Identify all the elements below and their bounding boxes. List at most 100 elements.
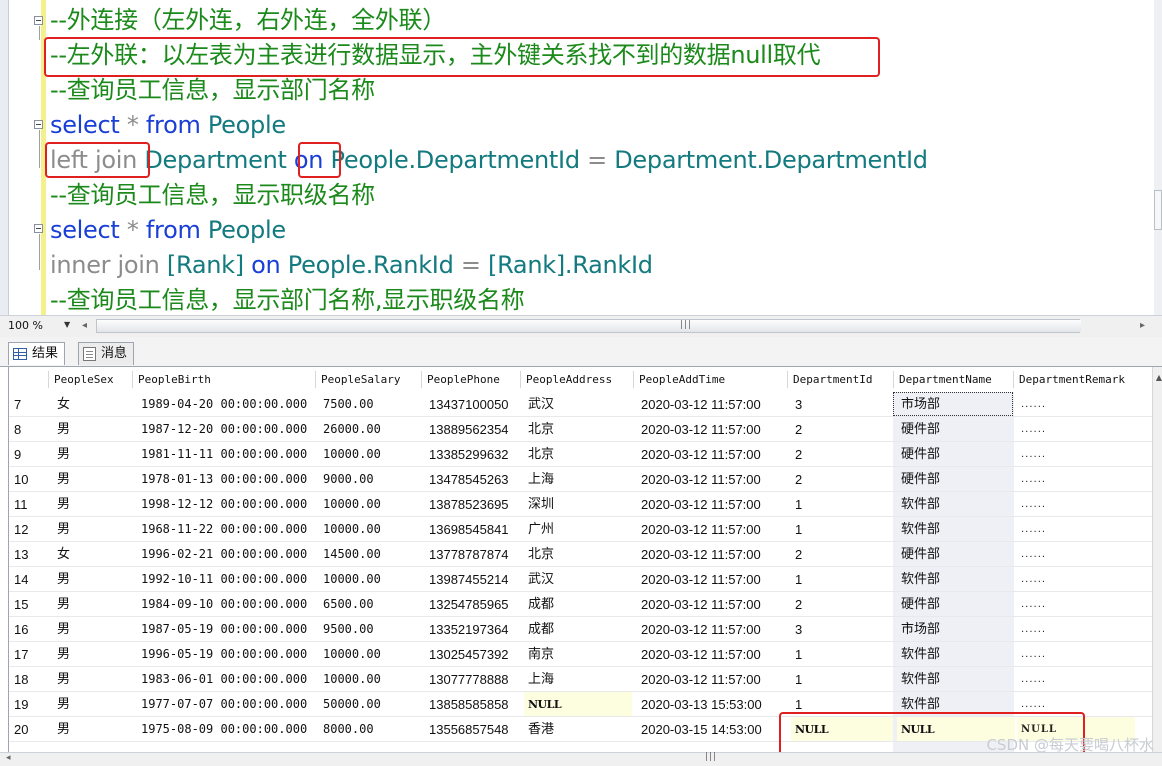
cell-department-id[interactable]: 2 (795, 442, 802, 467)
cell-department-remark[interactable]: ...... (1021, 417, 1046, 442)
row-number[interactable]: 15 (14, 592, 28, 617)
code-line[interactable]: --查询员工信息，显示职级名称 (50, 178, 375, 212)
cell-add-time[interactable]: 2020-03-12 11:57:00 (641, 492, 761, 517)
cell-department-remark[interactable]: ...... (1021, 567, 1046, 592)
cell-sex[interactable]: 男 (57, 492, 70, 517)
cell-department-name[interactable]: 软件部 (901, 667, 940, 692)
cell-add-time[interactable]: 2020-03-12 11:57:00 (641, 592, 761, 617)
cell-add-time[interactable]: 2020-03-12 11:57:00 (641, 467, 761, 492)
row-number[interactable]: 10 (14, 467, 28, 492)
table-row[interactable]: 13 女 1996-02-21 00:00:00.000 14500.00 137787… (9, 542, 1162, 567)
cell-sex[interactable]: 男 (57, 442, 70, 467)
cell-department-name[interactable]: 软件部 (901, 567, 940, 592)
cell-department-name[interactable]: 硬件部 (901, 417, 940, 442)
cell-birth[interactable]: 1996-02-21 00:00:00.000 (141, 542, 307, 567)
cell-salary[interactable]: 10000.00 (323, 442, 381, 467)
cell-add-time[interactable]: 2020-03-12 11:57:00 (641, 392, 761, 417)
cell-department-id[interactable]: 1 (795, 492, 802, 517)
collapse-icon[interactable] (34, 16, 43, 25)
cell-birth[interactable]: 1992-10-11 00:00:00.000 (141, 567, 307, 592)
scroll-up-icon[interactable]: ▲ (1156, 373, 1162, 382)
cell-birth[interactable]: 1983-06-01 00:00:00.000 (141, 667, 307, 692)
cell-sex[interactable]: 男 (57, 417, 70, 442)
column-header[interactable]: PeopleAddress (526, 367, 612, 392)
cell-sex[interactable]: 男 (57, 592, 70, 617)
scroll-left-icon[interactable]: ◂ (82, 320, 87, 331)
cell-phone[interactable]: 13352197364 (429, 617, 509, 642)
grid-vertical-scrollbar[interactable]: ▲ (1152, 367, 1162, 752)
row-number[interactable]: 16 (14, 617, 28, 642)
cell-department-id[interactable]: 2 (795, 417, 802, 442)
editor-vertical-scrollbar[interactable] (1154, 0, 1162, 315)
cell-add-time[interactable]: 2020-03-15 14:53:00 (641, 717, 762, 742)
cell-department-name[interactable]: 硬件部 (901, 467, 940, 492)
table-row[interactable]: 15 男 1984-09-10 00:00:00.000 6500.00 1325478… (9, 592, 1162, 617)
editor-horizontal-scrollbar[interactable]: ||| (96, 319, 1081, 333)
row-number[interactable]: 19 (14, 692, 28, 717)
row-number[interactable]: 7 (14, 392, 21, 417)
cell-birth[interactable]: 1998-12-12 00:00:00.000 (141, 492, 307, 517)
table-row[interactable]: 10 男 1978-01-13 00:00:00.000 9000.00 1347854… (9, 467, 1162, 492)
code-line[interactable]: --查询员工信息，显示部门名称 (50, 73, 375, 107)
cell-sex[interactable]: 女 (57, 542, 70, 567)
column-divider[interactable] (315, 371, 316, 388)
cell-add-time[interactable]: 2020-03-12 11:57:00 (641, 667, 761, 692)
code-line[interactable]: inner join [Rank] on People.RankId = [Ra… (50, 248, 653, 282)
cell-add-time[interactable]: 2020-03-12 11:57:00 (641, 442, 761, 467)
row-number[interactable]: 17 (14, 642, 28, 667)
cell-address[interactable]: 北京 (528, 442, 554, 467)
cell-phone[interactable]: 13437100050 (429, 392, 509, 417)
scroll-left-icon[interactable]: ◂ (6, 753, 11, 763)
cell-address[interactable]: 南京 (528, 642, 554, 667)
cell-sex[interactable]: 男 (57, 692, 70, 717)
cell-salary[interactable]: 9000.00 (323, 467, 374, 492)
cell-salary[interactable]: 9500.00 (323, 617, 374, 642)
cell-birth[interactable]: 1981-11-11 00:00:00.000 (141, 442, 307, 467)
table-row[interactable]: 16 男 1987-05-19 00:00:00.000 9500.00 1335219… (9, 617, 1162, 642)
cell-address[interactable]: 广州 (528, 517, 554, 542)
column-divider[interactable] (633, 371, 634, 388)
cell-phone[interactable]: 13778787874 (429, 542, 509, 567)
cell-address[interactable]: 成都 (528, 617, 554, 642)
cell-add-time[interactable]: 2020-03-12 11:57:00 (641, 642, 761, 667)
code-line[interactable]: left join Department on People.Departmen… (50, 143, 928, 177)
cell-sex[interactable]: 男 (57, 617, 70, 642)
column-divider[interactable] (48, 371, 49, 388)
code-line[interactable]: --查询员工信息，显示部门名称,显示职级名称 (50, 283, 525, 315)
cell-birth[interactable]: 1987-12-20 00:00:00.000 (141, 417, 307, 442)
cell-birth[interactable]: 1975-08-09 00:00:00.000 (141, 717, 307, 742)
cell-phone[interactable]: 13025457392 (429, 642, 509, 667)
cell-address[interactable]: 武汉 (528, 567, 554, 592)
table-row[interactable]: 7 女 1989-04-20 00:00:00.000 7500.00 13437100… (9, 392, 1162, 417)
row-number[interactable]: 20 (14, 717, 28, 742)
cell-phone[interactable]: 13987455214 (429, 567, 509, 592)
cell-birth[interactable]: 1977-07-07 00:00:00.000 (141, 692, 307, 717)
collapse-icon[interactable] (34, 224, 43, 233)
cell-salary[interactable]: 14500.00 (323, 542, 381, 567)
cell-salary[interactable]: 10000.00 (323, 642, 381, 667)
column-divider[interactable] (520, 371, 521, 388)
cell-phone[interactable]: 13556857548 (429, 717, 509, 742)
cell-department-name[interactable]: 硬件部 (901, 542, 940, 567)
cell-department-remark[interactable]: ...... (1021, 542, 1046, 567)
code-line[interactable]: --外连接（左外连，右外连，全外联） (50, 3, 446, 37)
cell-birth[interactable]: 1987-05-19 00:00:00.000 (141, 617, 307, 642)
table-row[interactable]: 17 男 1996-05-19 00:00:00.000 10000.00 130254… (9, 642, 1162, 667)
tab-results[interactable]: 结果 (8, 342, 66, 365)
code-line[interactable]: select * from People (50, 213, 286, 247)
cell-department-id[interactable]: 1 (795, 567, 802, 592)
cell-department-id[interactable]: 2 (795, 467, 802, 492)
column-header[interactable]: DepartmentRemark (1019, 367, 1125, 392)
cell-department-remark[interactable]: ...... (1021, 517, 1046, 542)
cell-department-id[interactable]: 1 (795, 642, 802, 667)
cell-salary[interactable]: 50000.00 (323, 692, 381, 717)
cell-address[interactable]: 香港 (528, 717, 554, 742)
row-number[interactable]: 14 (14, 567, 28, 592)
cell-sex[interactable]: 女 (57, 392, 70, 417)
cell-address[interactable]: 武汉 (528, 392, 554, 417)
cell-phone[interactable]: 13698545841 (429, 517, 509, 542)
table-row[interactable]: 14 男 1992-10-11 00:00:00.000 10000.00 139874… (9, 567, 1162, 592)
cell-department-id[interactable]: 1 (795, 517, 802, 542)
chevron-down-icon[interactable]: ▼ (64, 320, 70, 329)
cell-department-remark[interactable]: ...... (1021, 667, 1046, 692)
